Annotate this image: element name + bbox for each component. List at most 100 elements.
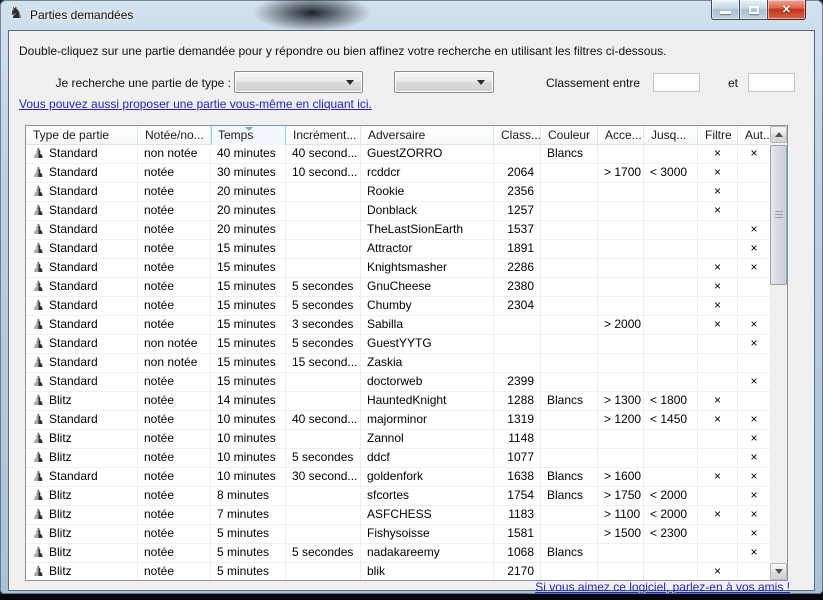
game-row[interactable]: ♟Blitznotée14 minutesHauntedKnight1288Bl… bbox=[26, 392, 771, 411]
game-row[interactable]: ♟Standardnotée10 minutes40 second...majo… bbox=[26, 411, 771, 430]
maximize-button[interactable] bbox=[740, 0, 768, 20]
cell-acce: > 1200 bbox=[598, 411, 644, 430]
minimize-button[interactable] bbox=[711, 0, 740, 20]
game-row[interactable]: ♟Blitznotée5 minutesblik2170× bbox=[26, 563, 771, 581]
column-header-class[interactable]: Class... bbox=[494, 126, 541, 145]
cell-text: > 1500 bbox=[604, 526, 641, 540]
cell-acce bbox=[598, 145, 644, 164]
cell-adv: sfcortes bbox=[361, 487, 494, 506]
column-header-adv[interactable]: Adversaire bbox=[361, 126, 494, 145]
game-row[interactable]: ♟Standardnotée20 minutesTheLastSionEarth… bbox=[26, 221, 771, 240]
cell-text: 1891 bbox=[507, 241, 534, 255]
cell-text: 20 minutes bbox=[217, 184, 276, 198]
cell-acce bbox=[598, 221, 644, 240]
column-header-jusq[interactable]: Jusq... bbox=[644, 126, 698, 145]
cell-acce: > 2000 bbox=[598, 316, 644, 335]
column-header-rated[interactable]: Notée/no... bbox=[138, 126, 211, 145]
cell-text: Standard bbox=[49, 146, 98, 160]
game-row[interactable]: ♟Standardnon notée15 minutes15 second...… bbox=[26, 354, 771, 373]
column-header-acce[interactable]: Acce... bbox=[598, 126, 644, 145]
game-row[interactable]: ♟Standardnotée15 minutesdoctorweb2399× bbox=[26, 373, 771, 392]
share-software-link[interactable]: Si vous aimez ce logiciel, parlez-en à v… bbox=[535, 580, 790, 594]
game-row[interactable]: ♟Standardnon notée15 minutes5 secondesGu… bbox=[26, 335, 771, 354]
column-header-label: Class... bbox=[501, 128, 541, 142]
cell-text: 2064 bbox=[507, 165, 534, 179]
cell-text: × bbox=[714, 317, 721, 331]
rating-min-input[interactable] bbox=[653, 73, 700, 92]
cell-text: notée bbox=[144, 241, 174, 255]
game-row[interactable]: ♟Standardnotée15 minutesKnightsmasher228… bbox=[26, 259, 771, 278]
cell-text: < 2000 bbox=[650, 507, 687, 521]
column-header-filtre[interactable]: Filtre bbox=[698, 126, 738, 145]
cell-aut: × bbox=[738, 449, 771, 468]
game-row[interactable]: ♟Standardnotée15 minutes5 secondesGnuChe… bbox=[26, 278, 771, 297]
cell-text: Blancs bbox=[547, 146, 583, 160]
cell-jusq bbox=[644, 240, 698, 259]
cell-filtre bbox=[698, 335, 738, 354]
scroll-up-button[interactable] bbox=[770, 126, 787, 143]
cell-temps: 14 minutes bbox=[211, 392, 286, 411]
cell-rated: notée bbox=[138, 259, 211, 278]
window-titlebar[interactable]: ♞ Parties demandées ✕ bbox=[0, 0, 823, 30]
column-header-aut[interactable]: Aut... bbox=[738, 126, 771, 145]
cell-text: GuestYYTG bbox=[367, 336, 432, 350]
cell-text: × bbox=[750, 469, 757, 483]
cell-class: 2356 bbox=[494, 183, 541, 202]
close-button[interactable]: ✕ bbox=[768, 0, 806, 20]
cell-class: 2064 bbox=[494, 164, 541, 183]
cell-text: 40 second... bbox=[292, 412, 357, 426]
vertical-scrollbar[interactable] bbox=[770, 126, 787, 580]
cell-text: > 1200 bbox=[604, 412, 641, 426]
cell-class: 1638 bbox=[494, 468, 541, 487]
game-row[interactable]: ♟Blitznotée10 minutesZannol1148× bbox=[26, 430, 771, 449]
cell-class: 1077 bbox=[494, 449, 541, 468]
cell-couleur bbox=[541, 525, 598, 544]
column-header-couleur[interactable]: Couleur bbox=[541, 126, 598, 145]
cell-jusq bbox=[644, 449, 698, 468]
game-row[interactable]: ♟Blitznotée7 minutesASFCHESS1183> 1100< … bbox=[26, 506, 771, 525]
cell-jusq bbox=[644, 544, 698, 563]
cell-aut bbox=[738, 202, 771, 221]
cell-acce: > 1750 bbox=[598, 487, 644, 506]
game-row[interactable]: ♟Blitznotée5 minutesFishysoisse1581> 150… bbox=[26, 525, 771, 544]
cell-inc bbox=[286, 487, 361, 506]
cell-couleur: Blancs bbox=[541, 468, 598, 487]
cell-text: × bbox=[750, 146, 757, 160]
scroll-down-button[interactable] bbox=[770, 563, 787, 580]
game-row[interactable]: ♟Standardnotée20 minutesDonblack1257× bbox=[26, 202, 771, 221]
game-row[interactable]: ♟Blitznotée10 minutes5 secondesddcf1077× bbox=[26, 449, 771, 468]
column-header-temps[interactable]: Temps bbox=[211, 126, 286, 145]
cell-text: 8 minutes bbox=[217, 488, 269, 502]
game-row[interactable]: ♟Standardnotée15 minutes3 secondesSabill… bbox=[26, 316, 771, 335]
cell-inc: 5 secondes bbox=[286, 278, 361, 297]
cell-text: Standard bbox=[49, 336, 98, 350]
cell-jusq bbox=[644, 278, 698, 297]
cell-inc bbox=[286, 563, 361, 581]
cell-couleur bbox=[541, 411, 598, 430]
cell-text: notée bbox=[144, 298, 174, 312]
cell-temps: 20 minutes bbox=[211, 202, 286, 221]
cell-text: > 1300 bbox=[604, 393, 641, 407]
game-row[interactable]: ♟Blitznotée8 minutessfcortes1754Blancs> … bbox=[26, 487, 771, 506]
cell-filtre bbox=[698, 525, 738, 544]
game-row[interactable]: ♟Standardnotée30 minutes10 second...rcdd… bbox=[26, 164, 771, 183]
game-row[interactable]: ♟Blitznotée5 minutes5 secondesnadakareem… bbox=[26, 544, 771, 563]
game-row[interactable]: ♟Standardnotée15 minutes5 secondesChumby… bbox=[26, 297, 771, 316]
game-row[interactable]: ♟Standardnon notée40 minutes40 second...… bbox=[26, 145, 771, 164]
column-header-label: Incrément... bbox=[293, 128, 356, 142]
desktop-background: ♞ Parties demandées ✕ Double-cliquez sur… bbox=[0, 0, 823, 600]
and-label: et bbox=[728, 76, 738, 90]
propose-game-link[interactable]: Vous pouvez aussi proposer une partie vo… bbox=[19, 97, 372, 111]
game-row[interactable]: ♟Standardnotée20 minutesRookie2356× bbox=[26, 183, 771, 202]
column-header-inc[interactable]: Incrément... bbox=[286, 126, 361, 145]
scrollbar-thumb[interactable] bbox=[770, 145, 787, 285]
column-header-type[interactable]: Type de partie bbox=[26, 126, 138, 145]
cell-couleur: Blancs bbox=[541, 145, 598, 164]
secondary-filter-combobox[interactable] bbox=[394, 71, 494, 93]
game-row[interactable]: ♟Standardnotée10 minutes30 second...gold… bbox=[26, 468, 771, 487]
rating-max-input[interactable] bbox=[748, 73, 795, 92]
game-row[interactable]: ♟Standardnotée15 minutesAttractor1891× bbox=[26, 240, 771, 259]
game-type-combobox[interactable] bbox=[234, 71, 363, 93]
cell-aut bbox=[738, 183, 771, 202]
cell-text: notée bbox=[144, 165, 174, 179]
